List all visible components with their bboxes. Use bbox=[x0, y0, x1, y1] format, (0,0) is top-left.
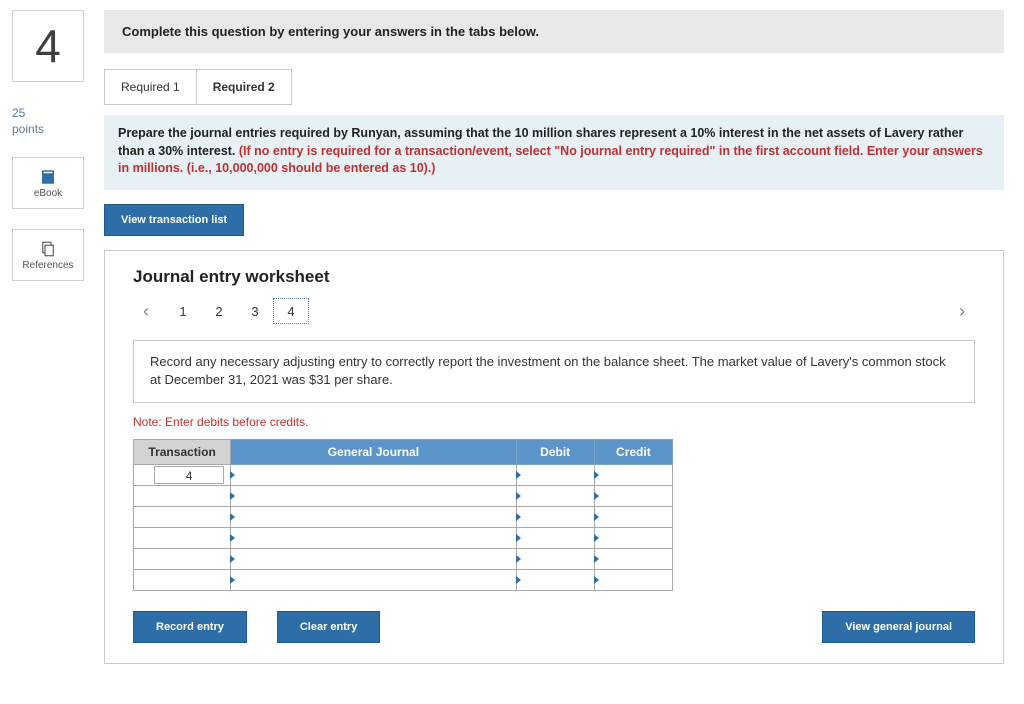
debit-cell[interactable] bbox=[516, 570, 594, 591]
dropdown-marker-icon bbox=[594, 555, 599, 563]
table-row bbox=[134, 570, 673, 591]
copy-icon bbox=[39, 240, 57, 258]
requirement-tabs: Required 1 Required 2 bbox=[104, 69, 1004, 105]
tab-required-2[interactable]: Required 2 bbox=[197, 69, 292, 105]
dropdown-marker-icon bbox=[594, 534, 599, 542]
transaction-number: 4 bbox=[154, 466, 224, 484]
dropdown-marker-icon bbox=[230, 555, 235, 563]
chevron-right-icon[interactable]: › bbox=[949, 297, 975, 326]
clear-entry-button[interactable]: Clear entry bbox=[277, 611, 380, 643]
ebook-button[interactable]: eBook bbox=[12, 157, 84, 209]
dropdown-marker-icon bbox=[516, 513, 521, 521]
references-button[interactable]: References bbox=[12, 229, 84, 281]
account-cell[interactable] bbox=[231, 549, 516, 570]
points-value: 25 bbox=[12, 106, 84, 122]
instruction-box: Prepare the journal entries required by … bbox=[104, 115, 1004, 190]
col-debit: Debit bbox=[516, 440, 594, 465]
worksheet-title: Journal entry worksheet bbox=[133, 267, 975, 287]
account-cell[interactable] bbox=[231, 465, 516, 486]
table-row bbox=[134, 507, 673, 528]
dropdown-marker-icon bbox=[230, 576, 235, 584]
col-credit: Credit bbox=[594, 440, 672, 465]
credit-cell[interactable] bbox=[594, 507, 672, 528]
step-navigation: ‹ 1 2 3 4 › bbox=[133, 297, 975, 326]
step-2[interactable]: 2 bbox=[201, 298, 237, 324]
col-general-journal: General Journal bbox=[231, 440, 516, 465]
account-cell[interactable] bbox=[231, 486, 516, 507]
debit-cell[interactable] bbox=[516, 549, 594, 570]
transaction-prompt: Record any necessary adjusting entry to … bbox=[133, 340, 975, 404]
debit-cell[interactable] bbox=[516, 507, 594, 528]
table-row bbox=[134, 486, 673, 507]
transaction-cell: 4 bbox=[134, 465, 231, 486]
dropdown-marker-icon bbox=[230, 492, 235, 500]
credit-cell[interactable] bbox=[594, 486, 672, 507]
book-icon bbox=[39, 168, 57, 186]
view-transaction-list-button[interactable]: View transaction list bbox=[104, 204, 244, 236]
view-general-journal-button[interactable]: View general journal bbox=[822, 611, 975, 643]
journal-worksheet: Journal entry worksheet ‹ 1 2 3 4 › Reco… bbox=[104, 250, 1004, 665]
dropdown-marker-icon bbox=[594, 492, 599, 500]
table-row bbox=[134, 549, 673, 570]
chevron-left-icon[interactable]: ‹ bbox=[133, 297, 159, 326]
col-transaction: Transaction bbox=[134, 440, 231, 465]
transaction-cell bbox=[134, 570, 231, 591]
dropdown-marker-icon bbox=[516, 576, 521, 584]
step-1[interactable]: 1 bbox=[165, 298, 201, 324]
dropdown-marker-icon bbox=[230, 471, 235, 479]
record-entry-button[interactable]: Record entry bbox=[133, 611, 247, 643]
transaction-cell bbox=[134, 528, 231, 549]
debit-cell[interactable] bbox=[516, 528, 594, 549]
debit-cell[interactable] bbox=[516, 465, 594, 486]
dropdown-marker-icon bbox=[516, 555, 521, 563]
debit-cell[interactable] bbox=[516, 486, 594, 507]
dropdown-marker-icon bbox=[594, 513, 599, 521]
points-label: points bbox=[12, 122, 84, 138]
dropdown-marker-icon bbox=[516, 534, 521, 542]
account-cell[interactable] bbox=[231, 528, 516, 549]
transaction-cell bbox=[134, 486, 231, 507]
credit-cell[interactable] bbox=[594, 549, 672, 570]
dropdown-marker-icon bbox=[230, 534, 235, 542]
dropdown-marker-icon bbox=[516, 492, 521, 500]
table-row bbox=[134, 528, 673, 549]
journal-entry-table: Transaction General Journal Debit Credit… bbox=[133, 439, 673, 591]
credit-cell[interactable] bbox=[594, 465, 672, 486]
transaction-cell bbox=[134, 507, 231, 528]
question-header: Complete this question by entering your … bbox=[104, 10, 1004, 53]
dropdown-marker-icon bbox=[230, 513, 235, 521]
credit-cell[interactable] bbox=[594, 528, 672, 549]
dropdown-marker-icon bbox=[516, 471, 521, 479]
table-row: 4 bbox=[134, 465, 673, 486]
dropdown-marker-icon bbox=[594, 576, 599, 584]
step-3[interactable]: 3 bbox=[237, 298, 273, 324]
step-4[interactable]: 4 bbox=[273, 298, 309, 324]
points-display: 25 points bbox=[12, 106, 84, 137]
dropdown-marker-icon bbox=[594, 471, 599, 479]
references-label: References bbox=[22, 260, 73, 271]
question-number: 4 bbox=[12, 10, 84, 82]
account-cell[interactable] bbox=[231, 507, 516, 528]
account-cell[interactable] bbox=[231, 570, 516, 591]
credit-cell[interactable] bbox=[594, 570, 672, 591]
instruction-note: (If no entry is required for a transacti… bbox=[118, 144, 983, 176]
tab-required-1[interactable]: Required 1 bbox=[104, 69, 197, 105]
ebook-label: eBook bbox=[34, 188, 62, 199]
transaction-cell bbox=[134, 549, 231, 570]
debits-before-credits-note: Note: Enter debits before credits. bbox=[133, 415, 975, 429]
